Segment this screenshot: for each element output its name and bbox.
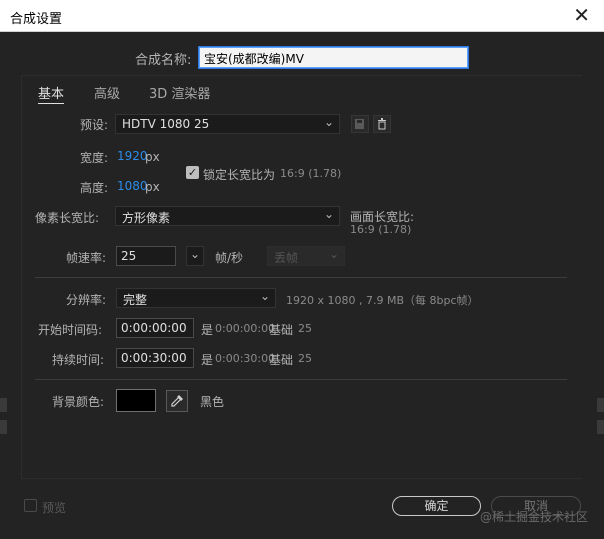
- preset-value: HDTV 1080 25: [122, 117, 210, 131]
- start-timecode-input[interactable]: 0:00:00:00: [116, 318, 194, 338]
- start-timecode-base-label: 基础: [269, 323, 294, 337]
- duration-label: 持续时间:: [52, 353, 105, 367]
- resolution-label: 分辨率:: [66, 293, 107, 307]
- start-timecode-is-value: 0:00:00:00: [215, 322, 276, 335]
- chevron-down-icon: ⌄: [323, 115, 334, 129]
- comp-name-label: 合成名称:: [135, 53, 192, 68]
- height-label: 高度:: [80, 181, 109, 195]
- lock-aspect-label: 锁定长宽比为: [203, 168, 276, 182]
- preview-label: 预览: [42, 501, 67, 515]
- watermark: @稀土掘金技术社区: [479, 510, 588, 524]
- frame-rate-input[interactable]: 25: [116, 246, 176, 266]
- pixel-aspect-select[interactable]: 方形像素 ⌄: [115, 206, 340, 226]
- eyedropper-button[interactable]: [166, 390, 188, 412]
- save-preset-icon: [355, 119, 364, 129]
- tab-advanced[interactable]: 高级: [94, 83, 120, 102]
- height-value[interactable]: 1080: [117, 179, 148, 193]
- window-title: 合成设置: [10, 12, 63, 27]
- pixel-aspect-value: 方形像素: [122, 211, 171, 225]
- frame-rate-label: 帧速率:: [66, 251, 107, 265]
- delete-preset-button[interactable]: [373, 115, 391, 133]
- eyedropper-icon: [171, 395, 183, 407]
- width-value[interactable]: 1920: [117, 149, 148, 163]
- trash-icon: [378, 118, 386, 130]
- background-color-swatch[interactable]: [116, 389, 156, 412]
- preset-select[interactable]: HDTV 1080 25 ⌄: [115, 114, 340, 134]
- duration-is: 是: [201, 353, 214, 367]
- tab-basic[interactable]: 基本: [38, 83, 65, 104]
- chevron-down-icon: ⌄: [328, 247, 339, 261]
- divider: [35, 277, 567, 278]
- comp-name-input[interactable]: 宝安(成都改编)MV: [199, 47, 468, 68]
- frame-rate-unit: 帧/秒: [215, 251, 244, 265]
- width-unit: px: [145, 150, 160, 164]
- drop-frame-select: 丢帧 ⌄: [267, 246, 345, 266]
- left-edge-marker: [0, 420, 7, 434]
- resolution-value: 完整: [123, 293, 148, 307]
- background-color-name: 黑色: [200, 395, 225, 409]
- duration-is-value: 0:00:30:00: [215, 352, 276, 365]
- duration-base-label: 基础: [269, 353, 294, 367]
- background-color-label: 背景颜色:: [52, 395, 105, 409]
- lock-aspect-ratio: 16:9 (1.78): [280, 167, 342, 180]
- chevron-down-icon: ⌄: [259, 289, 270, 303]
- composition-settings-dialog: 合成名称: 宝安(成都改编)MV 基本 高级 3D 渲染器 预设: HDTV 1…: [0, 32, 604, 539]
- resolution-select[interactable]: 完整 ⌄: [116, 288, 276, 308]
- save-preset-button[interactable]: [351, 115, 369, 133]
- ok-button[interactable]: 确定: [392, 496, 481, 516]
- drop-frame-value: 丢帧: [274, 251, 299, 265]
- right-edge-marker: [597, 398, 604, 412]
- divider: [35, 379, 567, 380]
- duration-input[interactable]: 0:00:30:00: [116, 348, 194, 368]
- start-timecode-label: 开始时间码:: [38, 323, 103, 337]
- tab-3d-renderer[interactable]: 3D 渲染器: [149, 83, 210, 102]
- close-icon[interactable]: ✕: [573, 3, 590, 27]
- frame-aspect-value: 16:9 (1.78): [350, 223, 412, 236]
- lock-aspect-checkbox[interactable]: ✓: [186, 166, 199, 179]
- left-edge-marker: [0, 398, 7, 412]
- start-timecode-is: 是: [201, 323, 214, 337]
- resolution-info: 1920 x 1080 , 7.9 MB（每 8bpc帧）: [286, 294, 479, 307]
- preset-label: 预设:: [80, 118, 109, 132]
- chevron-down-icon: ⌄: [189, 247, 200, 261]
- title-bar: 合成设置 ✕: [0, 0, 604, 32]
- right-edge-marker: [597, 420, 604, 434]
- duration-base-value: 25: [298, 352, 312, 365]
- pixel-aspect-label: 像素长宽比:: [35, 211, 100, 225]
- chevron-down-icon: ⌄: [323, 207, 334, 221]
- preview-checkbox[interactable]: [24, 499, 37, 512]
- frame-rate-dropdown[interactable]: ⌄: [186, 246, 204, 266]
- height-unit: px: [145, 180, 160, 194]
- start-timecode-base-value: 25: [298, 322, 312, 335]
- width-label: 宽度:: [80, 151, 109, 165]
